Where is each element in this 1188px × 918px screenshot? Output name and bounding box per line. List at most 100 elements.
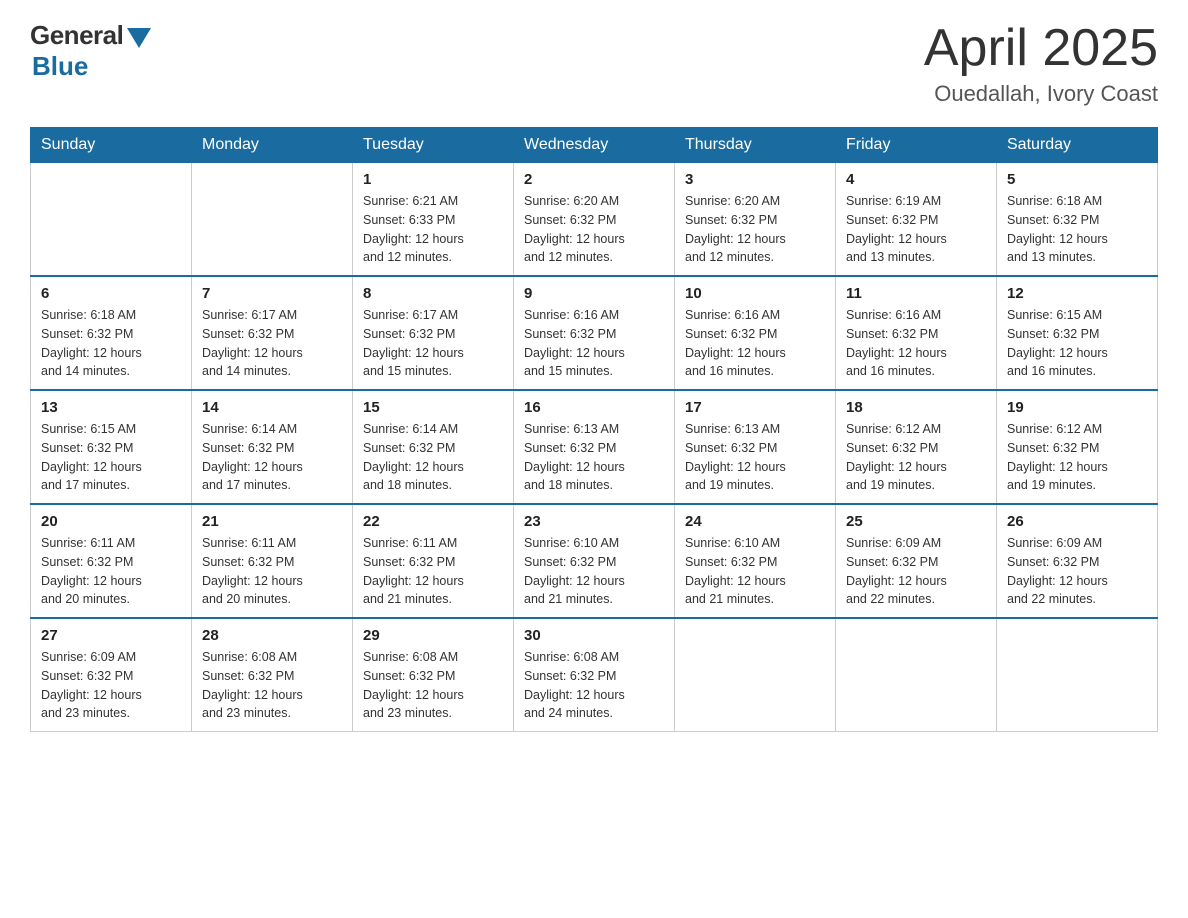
- day-info: Sunrise: 6:18 AM Sunset: 6:32 PM Dayligh…: [1007, 192, 1147, 267]
- day-number: 12: [1007, 285, 1147, 302]
- calendar-cell: 18 Sunrise: 6:12 AM Sunset: 6:32 PM Dayli…: [836, 390, 997, 504]
- calendar-cell: [675, 618, 836, 732]
- calendar-cell: 2 Sunrise: 6:20 AM Sunset: 6:32 PM Daylig…: [514, 163, 675, 277]
- day-number: 13: [41, 399, 181, 416]
- day-info: Sunrise: 6:20 AM Sunset: 6:32 PM Dayligh…: [685, 192, 825, 267]
- day-info: Sunrise: 6:08 AM Sunset: 6:32 PM Dayligh…: [524, 648, 664, 723]
- calendar-cell: 10 Sunrise: 6:16 AM Sunset: 6:32 PM Dayli…: [675, 276, 836, 390]
- calendar-week-row: 27 Sunrise: 6:09 AM Sunset: 6:32 PM Dayli…: [31, 618, 1158, 732]
- calendar-cell: 7 Sunrise: 6:17 AM Sunset: 6:32 PM Daylig…: [192, 276, 353, 390]
- calendar-cell: 3 Sunrise: 6:20 AM Sunset: 6:32 PM Daylig…: [675, 163, 836, 277]
- day-number: 22: [363, 513, 503, 530]
- calendar-table: SundayMondayTuesdayWednesdayThursdayFrid…: [30, 127, 1158, 732]
- day-info: Sunrise: 6:10 AM Sunset: 6:32 PM Dayligh…: [685, 534, 825, 609]
- day-number: 18: [846, 399, 986, 416]
- calendar-cell: 29 Sunrise: 6:08 AM Sunset: 6:32 PM Dayli…: [353, 618, 514, 732]
- day-number: 14: [202, 399, 342, 416]
- day-number: 30: [524, 627, 664, 644]
- day-info: Sunrise: 6:18 AM Sunset: 6:32 PM Dayligh…: [41, 306, 181, 381]
- day-number: 17: [685, 399, 825, 416]
- day-number: 29: [363, 627, 503, 644]
- calendar-cell: 16 Sunrise: 6:13 AM Sunset: 6:32 PM Dayli…: [514, 390, 675, 504]
- calendar-cell: 25Sunrise: 6:09 AM Sunset: 6:32 PM Dayli…: [836, 504, 997, 618]
- day-number: 2: [524, 171, 664, 188]
- day-number: 11: [846, 285, 986, 302]
- day-number: 10: [685, 285, 825, 302]
- calendar-cell: 6 Sunrise: 6:18 AM Sunset: 6:32 PM Daylig…: [31, 276, 192, 390]
- day-info: Sunrise: 6:13 AM Sunset: 6:32 PM Dayligh…: [685, 420, 825, 495]
- logo-blue-text: Blue: [32, 51, 88, 82]
- day-info: Sunrise: 6:08 AM Sunset: 6:32 PM Dayligh…: [202, 648, 342, 723]
- calendar-cell: 15Sunrise: 6:14 AM Sunset: 6:32 PM Dayli…: [353, 390, 514, 504]
- day-number: 3: [685, 171, 825, 188]
- calendar-cell: 13 Sunrise: 6:15 AM Sunset: 6:32 PM Dayli…: [31, 390, 192, 504]
- day-info: Sunrise: 6:17 AM Sunset: 6:32 PM Dayligh…: [363, 306, 503, 381]
- calendar-cell: 27 Sunrise: 6:09 AM Sunset: 6:32 PM Dayli…: [31, 618, 192, 732]
- day-info: Sunrise: 6:12 AM Sunset: 6:32 PM Dayligh…: [846, 420, 986, 495]
- calendar-cell: 9 Sunrise: 6:16 AM Sunset: 6:32 PM Daylig…: [514, 276, 675, 390]
- calendar-cell: 22 Sunrise: 6:11 AM Sunset: 6:32 PM Dayli…: [353, 504, 514, 618]
- calendar-cell: 23 Sunrise: 6:10 AM Sunset: 6:32 PM Dayli…: [514, 504, 675, 618]
- day-number: 23: [524, 513, 664, 530]
- day-info: Sunrise: 6:14 AM Sunset: 6:32 PM Dayligh…: [202, 420, 342, 495]
- day-number: 24: [685, 513, 825, 530]
- calendar-cell: 8 Sunrise: 6:17 AM Sunset: 6:32 PM Daylig…: [353, 276, 514, 390]
- day-number: 6: [41, 285, 181, 302]
- day-number: 4: [846, 171, 986, 188]
- day-number: 21: [202, 513, 342, 530]
- day-of-week-header: Wednesday: [514, 128, 675, 163]
- calendar-week-row: 20Sunrise: 6:11 AM Sunset: 6:32 PM Dayli…: [31, 504, 1158, 618]
- day-info: Sunrise: 6:16 AM Sunset: 6:32 PM Dayligh…: [685, 306, 825, 381]
- day-info: Sunrise: 6:11 AM Sunset: 6:32 PM Dayligh…: [363, 534, 503, 609]
- calendar-cell: 26Sunrise: 6:09 AM Sunset: 6:32 PM Dayli…: [997, 504, 1158, 618]
- day-info: Sunrise: 6:11 AM Sunset: 6:32 PM Dayligh…: [41, 534, 181, 609]
- day-info: Sunrise: 6:10 AM Sunset: 6:32 PM Dayligh…: [524, 534, 664, 609]
- calendar-week-row: 6 Sunrise: 6:18 AM Sunset: 6:32 PM Daylig…: [31, 276, 1158, 390]
- day-of-week-header: Tuesday: [353, 128, 514, 163]
- day-info: Sunrise: 6:19 AM Sunset: 6:32 PM Dayligh…: [846, 192, 986, 267]
- calendar-cell: 14 Sunrise: 6:14 AM Sunset: 6:32 PM Dayli…: [192, 390, 353, 504]
- calendar-cell: 12 Sunrise: 6:15 AM Sunset: 6:32 PM Dayli…: [997, 276, 1158, 390]
- day-info: Sunrise: 6:16 AM Sunset: 6:32 PM Dayligh…: [524, 306, 664, 381]
- title-area: April 2025 Ouedallah, Ivory Coast: [924, 20, 1158, 107]
- calendar-cell: [836, 618, 997, 732]
- day-number: 25: [846, 513, 986, 530]
- day-info: Sunrise: 6:17 AM Sunset: 6:32 PM Dayligh…: [202, 306, 342, 381]
- calendar-header-row: SundayMondayTuesdayWednesdayThursdayFrid…: [31, 128, 1158, 163]
- calendar-week-row: 1 Sunrise: 6:21 AM Sunset: 6:33 PM Daylig…: [31, 163, 1158, 277]
- day-number: 5: [1007, 171, 1147, 188]
- day-number: 26: [1007, 513, 1147, 530]
- day-of-week-header: Monday: [192, 128, 353, 163]
- calendar-cell: [997, 618, 1158, 732]
- day-number: 1: [363, 171, 503, 188]
- day-number: 16: [524, 399, 664, 416]
- day-number: 19: [1007, 399, 1147, 416]
- day-info: Sunrise: 6:20 AM Sunset: 6:32 PM Dayligh…: [524, 192, 664, 267]
- day-info: Sunrise: 6:15 AM Sunset: 6:32 PM Dayligh…: [41, 420, 181, 495]
- day-number: 27: [41, 627, 181, 644]
- day-of-week-header: Thursday: [675, 128, 836, 163]
- day-info: Sunrise: 6:13 AM Sunset: 6:32 PM Dayligh…: [524, 420, 664, 495]
- day-info: Sunrise: 6:12 AM Sunset: 6:32 PM Dayligh…: [1007, 420, 1147, 495]
- day-of-week-header: Saturday: [997, 128, 1158, 163]
- day-number: 9: [524, 285, 664, 302]
- logo-triangle-icon: [127, 28, 151, 48]
- day-info: Sunrise: 6:21 AM Sunset: 6:33 PM Dayligh…: [363, 192, 503, 267]
- calendar-cell: [192, 163, 353, 277]
- day-info: Sunrise: 6:15 AM Sunset: 6:32 PM Dayligh…: [1007, 306, 1147, 381]
- month-year-title: April 2025: [924, 20, 1158, 77]
- day-of-week-header: Sunday: [31, 128, 192, 163]
- calendar-cell: 11Sunrise: 6:16 AM Sunset: 6:32 PM Dayli…: [836, 276, 997, 390]
- day-number: 8: [363, 285, 503, 302]
- calendar-cell: [31, 163, 192, 277]
- logo-general-text: General: [30, 20, 123, 51]
- calendar-cell: 24 Sunrise: 6:10 AM Sunset: 6:32 PM Dayli…: [675, 504, 836, 618]
- calendar-cell: 1 Sunrise: 6:21 AM Sunset: 6:33 PM Daylig…: [353, 163, 514, 277]
- calendar-cell: 17 Sunrise: 6:13 AM Sunset: 6:32 PM Dayli…: [675, 390, 836, 504]
- day-info: Sunrise: 6:09 AM Sunset: 6:32 PM Dayligh…: [41, 648, 181, 723]
- day-number: 7: [202, 285, 342, 302]
- page-header: General Blue April 2025 Ouedallah, Ivory…: [30, 20, 1158, 107]
- calendar-cell: 20Sunrise: 6:11 AM Sunset: 6:32 PM Dayli…: [31, 504, 192, 618]
- calendar-cell: 19 Sunrise: 6:12 AM Sunset: 6:32 PM Dayli…: [997, 390, 1158, 504]
- day-info: Sunrise: 6:08 AM Sunset: 6:32 PM Dayligh…: [363, 648, 503, 723]
